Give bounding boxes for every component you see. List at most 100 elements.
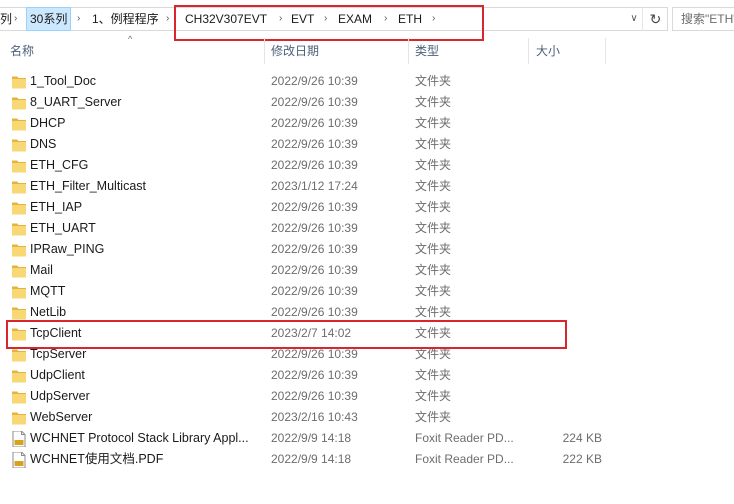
folder-icon	[12, 389, 26, 404]
file-date: 2022/9/26 10:39	[271, 263, 358, 277]
column-divider[interactable]	[408, 38, 409, 64]
file-row[interactable]: 8_UART_Server 2022/9/26 10:39 文件夹	[0, 92, 734, 113]
file-size: 222 KB	[562, 452, 602, 466]
breadcrumb-3[interactable]: CH32V307EVT	[185, 7, 267, 31]
file-row[interactable]: TcpServer 2022/9/26 10:39 文件夹	[0, 344, 734, 365]
file-size	[536, 155, 602, 176]
file-size	[536, 92, 602, 113]
file-row[interactable]: ETH_UART 2022/9/26 10:39 文件夹	[0, 218, 734, 239]
breadcrumb-5[interactable]: EXAM	[338, 7, 372, 31]
file-row[interactable]: DHCP 2022/9/26 10:39 文件夹	[0, 113, 734, 134]
file-type: Foxit Reader PD...	[415, 452, 514, 466]
file-name: ETH_CFG	[30, 158, 89, 172]
file-name: 8_UART_Server	[30, 95, 122, 109]
file-name: WCHNET使用文档.PDF	[30, 452, 164, 466]
sort-ascending-icon: ^	[128, 34, 133, 44]
file-date: 2022/9/26 10:39	[271, 116, 358, 130]
file-type: Foxit Reader PD...	[415, 431, 514, 445]
file-name: NetLib	[30, 305, 67, 319]
address-bar: 列 › 30系列 › 1、例程程序 › CH32V307EVT › EVT › …	[0, 0, 734, 41]
folder-icon	[12, 368, 26, 383]
column-header-size[interactable]: 大小	[536, 38, 560, 64]
file-name: MQTT	[30, 284, 66, 298]
chevron-down-icon[interactable]: ∨	[626, 7, 642, 31]
file-row[interactable]: ETH_CFG 2022/9/26 10:39 文件夹	[0, 155, 734, 176]
file-row[interactable]: ETH_IAP 2022/9/26 10:39 文件夹	[0, 197, 734, 218]
file-name: ETH_IAP	[30, 200, 83, 214]
file-row[interactable]: Mail 2022/9/26 10:39 文件夹	[0, 260, 734, 281]
column-divider[interactable]	[605, 38, 606, 64]
file-name: WebServer	[30, 410, 93, 424]
file-name: UdpServer	[30, 389, 90, 403]
file-row[interactable]: UdpServer 2022/9/26 10:39 文件夹	[0, 386, 734, 407]
column-divider[interactable]	[528, 38, 529, 64]
file-date: 2022/9/26 10:39	[271, 95, 358, 109]
file-size	[536, 344, 602, 365]
folder-icon	[12, 284, 26, 299]
file-date: 2022/9/9 14:18	[271, 431, 352, 445]
file-type: 文件夹	[415, 158, 452, 172]
breadcrumb-separator-icon[interactable]: ›	[384, 7, 387, 31]
file-type: 文件夹	[415, 137, 452, 151]
file-row[interactable]: WCHNET Protocol Stack Library Appl... 202…	[0, 428, 734, 449]
breadcrumb-separator-icon[interactable]: ›	[77, 7, 80, 31]
breadcrumb-separator-icon[interactable]: ›	[14, 7, 17, 31]
file-name: UdpClient	[30, 368, 85, 382]
column-divider[interactable]	[264, 38, 265, 64]
breadcrumb-2[interactable]: 1、例程程序	[92, 7, 159, 31]
file-size	[536, 218, 602, 239]
file-row[interactable]: ETH_Filter_Multicast 2023/1/12 17:24 文件夹	[0, 176, 734, 197]
folder-icon	[12, 263, 26, 278]
column-header-bar: ^ 名称 修改日期 类型 大小	[0, 34, 734, 64]
file-type: 文件夹	[415, 95, 452, 109]
folder-icon	[12, 158, 26, 173]
file-type: 文件夹	[415, 74, 452, 88]
breadcrumb-separator-icon[interactable]: ›	[166, 7, 169, 31]
breadcrumb-4[interactable]: EVT	[291, 7, 314, 31]
file-type: 文件夹	[415, 179, 452, 193]
file-row[interactable]: NetLib 2022/9/26 10:39 文件夹	[0, 302, 734, 323]
file-date: 2023/2/16 10:43	[271, 410, 358, 424]
file-row[interactable]: DNS 2022/9/26 10:39 文件夹	[0, 134, 734, 155]
breadcrumb-separator-icon[interactable]: ›	[324, 7, 327, 31]
file-row[interactable]: IPRaw_PING 2022/9/26 10:39 文件夹	[0, 239, 734, 260]
file-name: 1_Tool_Doc	[30, 74, 97, 88]
column-header-type[interactable]: 类型	[415, 38, 439, 64]
breadcrumb-1[interactable]: 30系列	[26, 7, 72, 31]
file-row[interactable]: WebServer 2023/2/16 10:43 文件夹	[0, 407, 734, 428]
file-type: 文件夹	[415, 410, 452, 424]
search-input[interactable]: 搜索"ETH"	[672, 7, 734, 31]
file-size	[536, 302, 602, 323]
file-row[interactable]: MQTT 2022/9/26 10:39 文件夹	[0, 281, 734, 302]
file-name: ETH_UART	[30, 221, 96, 235]
folder-icon	[12, 116, 26, 131]
column-header-date[interactable]: 修改日期	[271, 38, 319, 64]
pdf-icon	[12, 451, 26, 469]
folder-icon	[12, 410, 26, 425]
breadcrumb-separator-icon[interactable]: ›	[432, 7, 435, 31]
file-size	[536, 134, 602, 155]
file-size	[536, 113, 602, 134]
file-row[interactable]: UdpClient 2022/9/26 10:39 文件夹	[0, 365, 734, 386]
file-row[interactable]: TcpClient 2023/2/7 14:02 文件夹	[0, 323, 734, 344]
file-row[interactable]: 1_Tool_Doc 2022/9/26 10:39 文件夹	[0, 71, 734, 92]
file-name: IPRaw_PING	[30, 242, 105, 256]
breadcrumb-6[interactable]: ETH	[398, 7, 422, 31]
file-type: 文件夹	[415, 305, 452, 319]
file-row[interactable]: WCHNET使用文档.PDF 2022/9/9 14:18 Foxit Reader…	[0, 449, 734, 470]
column-header-name[interactable]: 名称	[10, 38, 34, 64]
file-date: 2023/1/12 17:24	[271, 179, 358, 193]
refresh-icon[interactable]: ↻	[642, 7, 668, 31]
file-date: 2023/2/7 14:02	[271, 326, 352, 340]
folder-icon	[12, 242, 26, 257]
breadcrumb-0[interactable]: 列	[0, 7, 12, 31]
file-type: 文件夹	[415, 116, 452, 130]
file-date: 2022/9/26 10:39	[271, 158, 358, 172]
folder-icon	[12, 326, 26, 341]
file-date: 2022/9/26 10:39	[271, 368, 358, 382]
file-size	[536, 71, 602, 92]
file-type: 文件夹	[415, 263, 452, 277]
breadcrumb-separator-icon[interactable]: ›	[279, 7, 282, 31]
file-name: TcpClient	[30, 326, 82, 340]
file-date: 2022/9/26 10:39	[271, 221, 358, 235]
